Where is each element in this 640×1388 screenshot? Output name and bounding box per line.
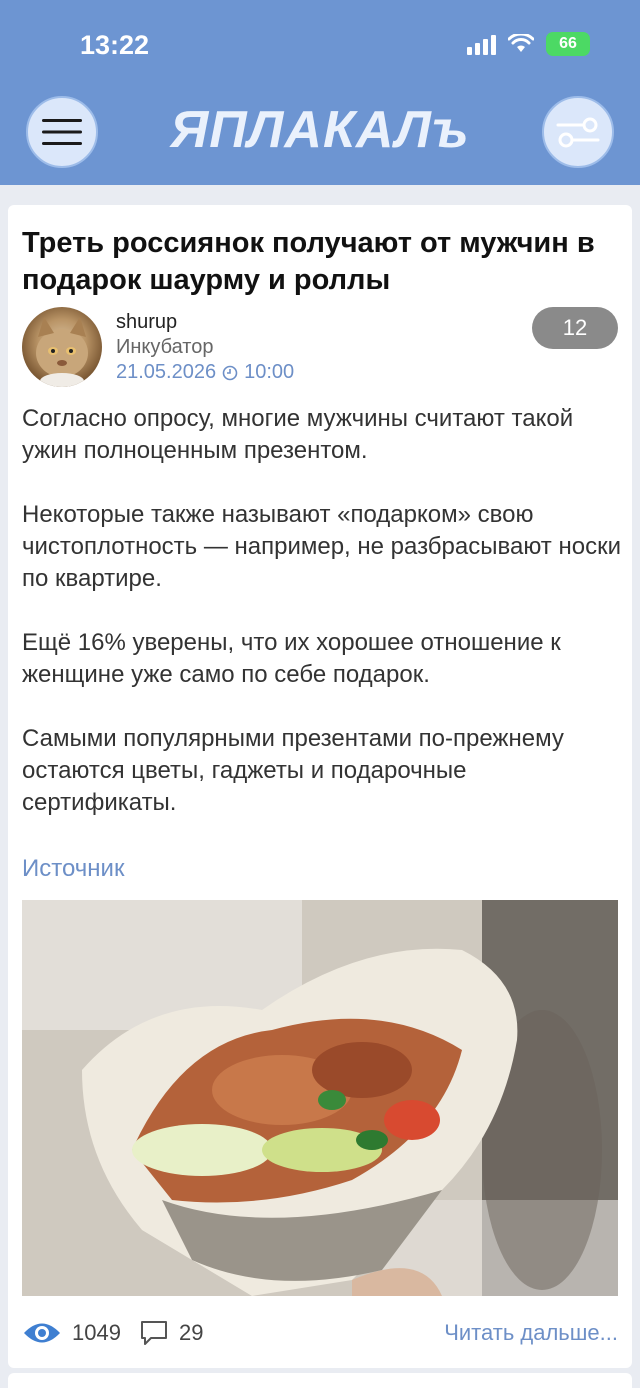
paragraph: Ещё 16% уверены, что их хорошее отношени… — [22, 629, 561, 688]
clock-icon — [222, 365, 238, 380]
comment-icon — [140, 1321, 167, 1345]
comments-counter[interactable]: 29 — [139, 1319, 203, 1347]
eye-icon — [24, 1323, 60, 1343]
filter-button[interactable] — [542, 96, 614, 168]
paragraph: Некоторые также называют «подарком» свою… — [22, 501, 621, 592]
top-header: 13:22 66 ЯПЛАКАЛъ — [0, 0, 640, 185]
post-datetime: 21.05.2026 10:00 — [116, 361, 294, 384]
next-post-card — [8, 1373, 632, 1388]
sliders-icon — [556, 117, 600, 148]
rating-badge[interactable]: 12 — [532, 307, 618, 349]
wifi-icon — [508, 34, 534, 52]
post-time: 10:00 — [244, 361, 295, 383]
views-counter: 1049 — [22, 1320, 121, 1346]
post-card: Треть россиянок получают от мужчин в под… — [8, 205, 632, 1368]
read-more-link[interactable]: Читать дальше... — [444, 1320, 618, 1346]
paragraph: Согласно опросу, многие мужчины считают … — [22, 405, 574, 464]
battery-icon: 66 — [546, 32, 590, 56]
source-link[interactable]: Источник — [22, 855, 124, 883]
author-rank: Инкубатор — [116, 336, 214, 358]
post-date: 21.05.2026 — [116, 361, 217, 383]
post-body: Согласно опросу, многие мужчины считают … — [22, 403, 626, 851]
author-avatar[interactable] — [22, 307, 102, 387]
signal-icon — [467, 33, 496, 55]
paragraph: Самыми популярными презентами по-прежнем… — [22, 725, 564, 816]
comments-count: 29 — [178, 1320, 204, 1345]
post-footer: 1049 29 Читать дальше... — [22, 1313, 618, 1353]
status-time: 13:22 — [80, 30, 150, 60]
status-icons: 66 — [467, 32, 590, 56]
hamburger-icon — [42, 119, 82, 145]
post-image[interactable] — [22, 900, 618, 1296]
views-count: 1049 — [72, 1320, 121, 1345]
menu-button[interactable] — [26, 96, 98, 168]
author-name[interactable]: shurup — [116, 311, 177, 334]
post-title[interactable]: Треть россиянок получают от мужчин в под… — [22, 225, 622, 299]
battery-level: 66 — [559, 35, 577, 52]
shawarma-photo — [22, 900, 618, 1296]
site-logo[interactable]: ЯПЛАКАЛъ — [160, 100, 480, 159]
cat-avatar-icon — [36, 317, 88, 387]
